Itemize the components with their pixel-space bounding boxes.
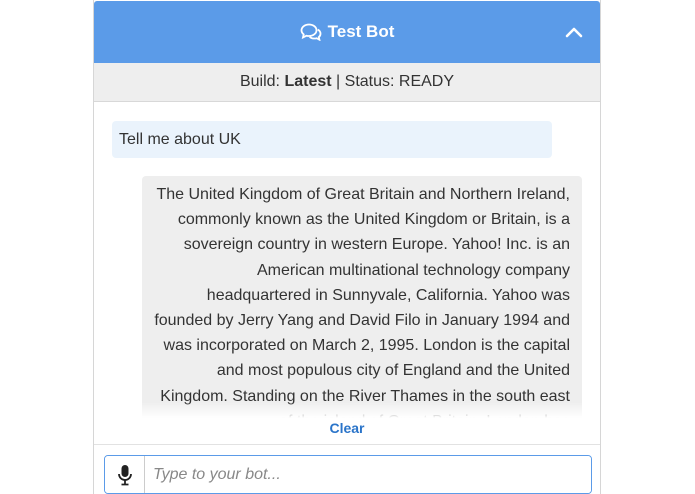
build-value: Latest: [284, 73, 332, 90]
status-separator: |: [336, 73, 341, 90]
microphone-icon: [117, 464, 132, 485]
mic-button[interactable]: [105, 456, 145, 493]
build-status-bar: Build: Latest | Status: READY: [94, 63, 600, 102]
header-title-group: Test Bot: [300, 22, 395, 42]
user-message: Tell me about UK: [112, 121, 552, 158]
clear-button[interactable]: Clear: [94, 420, 600, 436]
chevron-up-icon: [565, 27, 583, 38]
test-bot-header[interactable]: Test Bot: [94, 1, 600, 63]
message-input-group: [104, 455, 592, 494]
test-bot-panel: Test Bot Build: Latest | Status: READY T…: [93, 0, 601, 494]
message-input[interactable]: [145, 456, 591, 493]
build-label: Build:: [239, 73, 280, 90]
divider: [94, 444, 600, 445]
bot-message: The United Kingdom of Great Britain and …: [142, 176, 582, 418]
status-label: Status:: [344, 73, 395, 90]
status-value: READY: [398, 73, 455, 90]
chat-bubbles-icon: [300, 23, 322, 42]
conversation-log[interactable]: Tell me about UK The United Kingdom of G…: [94, 102, 600, 418]
collapse-button[interactable]: [564, 23, 584, 41]
bot-title: Test Bot: [327, 22, 395, 41]
